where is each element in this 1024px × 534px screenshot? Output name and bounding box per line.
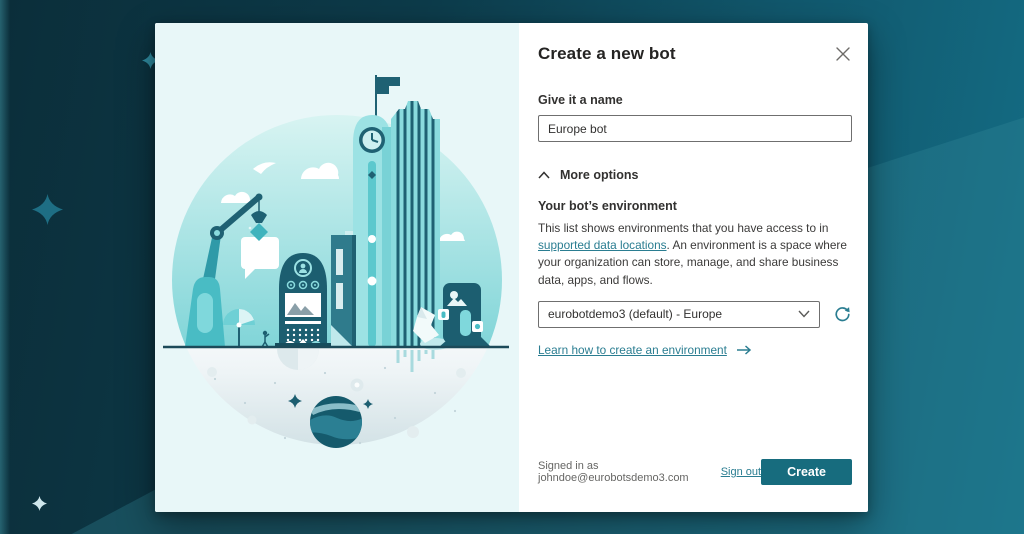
environment-dropdown[interactable]: eurobotdemo3 (default) - Europe bbox=[538, 301, 820, 328]
name-field-label: Give it a name bbox=[538, 93, 852, 107]
refresh-icon bbox=[833, 305, 852, 324]
sparkle-icon bbox=[32, 496, 47, 516]
more-options-label: More options bbox=[560, 168, 638, 182]
sparkle-icon bbox=[32, 194, 63, 230]
sign-out-link[interactable]: Sign out bbox=[721, 466, 761, 478]
chevron-up-icon bbox=[538, 171, 550, 179]
skyscraper-graphic bbox=[391, 93, 440, 347]
dialog-footer: Signed in as johndoe@eurobotsdemo3.com S… bbox=[538, 459, 852, 485]
more-options-toggle[interactable]: More options bbox=[538, 168, 852, 182]
close-button[interactable] bbox=[834, 45, 852, 63]
close-icon bbox=[836, 47, 850, 61]
background-edge-glow bbox=[0, 0, 10, 534]
description-text: This list shows environments that you ha… bbox=[538, 221, 828, 235]
supported-data-locations-link[interactable]: supported data locations bbox=[538, 238, 667, 252]
signed-in-text: Signed in as johndoe@eurobotsdemo3.com bbox=[538, 460, 708, 484]
dialog-title: Create a new bot bbox=[538, 44, 676, 64]
environment-description: This list shows environments that you ha… bbox=[538, 220, 852, 289]
city-illustration bbox=[155, 23, 519, 512]
arrow-right-icon bbox=[736, 345, 752, 355]
dome-building-graphic bbox=[275, 253, 331, 347]
chevron-down-icon bbox=[798, 310, 810, 318]
dialog-form: Create a new bot Give it a name More opt… bbox=[519, 23, 874, 512]
bot-name-input[interactable] bbox=[538, 115, 852, 142]
building-graphic bbox=[331, 235, 356, 347]
app-background: { "dialog": { "title": "Create a new bot… bbox=[0, 0, 1024, 534]
environment-selected-value: eurobotdemo3 (default) - Europe bbox=[548, 307, 722, 321]
learn-create-environment-link[interactable]: Learn how to create an environment bbox=[538, 343, 727, 357]
environment-heading: Your bot’s environment bbox=[538, 199, 852, 213]
create-bot-dialog: Create a new bot Give it a name More opt… bbox=[155, 23, 868, 512]
refresh-environments-button[interactable] bbox=[833, 305, 852, 324]
create-button[interactable]: Create bbox=[761, 459, 852, 485]
